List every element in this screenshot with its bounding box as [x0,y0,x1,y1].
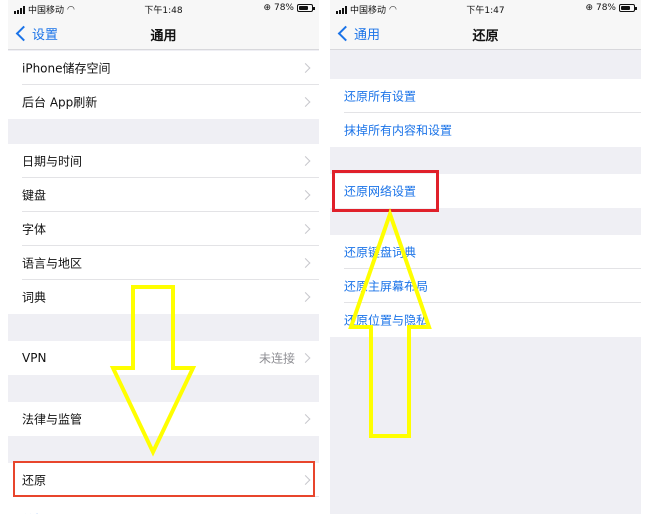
row-shut-down[interactable]: 关机 [8,497,319,514]
row-label: 法律与监管 [22,412,83,427]
status-bar: 中国移动 ◠ 下午1:48 ⊕ 78% [8,0,319,18]
row-vpn[interactable]: VPN 未连接 [8,341,319,375]
rotation-lock-icon: ⊕ [263,3,271,13]
row-reset-keyboard-dictionary[interactable]: 还原键盘词典 [330,235,641,269]
battery-percent: 78% [273,3,294,13]
page-title: 通用 [150,29,177,44]
row-reset-home-screen-layout[interactable]: 还原主屏幕布局 [330,269,641,303]
row-fonts[interactable]: 字体 [8,212,319,246]
row-label: 字体 [22,222,47,237]
general-settings-screen: 中国移动 ◠ 下午1:48 ⊕ 78% 设置 通用 iPhone储存空间 后台 … [8,0,319,514]
row-label: 词典 [22,290,47,305]
row-language-region[interactable]: 语言与地区 [8,246,319,280]
row-label: 还原位置与隐私 [344,313,429,328]
row-keyboard[interactable]: 键盘 [8,178,319,212]
row-erase-all-content[interactable]: 抹掉所有内容和设置 [330,113,641,147]
chevron-right-icon [300,63,311,73]
row-dictionary[interactable]: 词典 [8,280,319,314]
row-label: 还原键盘词典 [344,245,417,260]
row-label: 还原 [22,473,47,488]
battery-percent: 78% [595,3,616,13]
row-reset-all-settings[interactable]: 还原所有设置 [330,79,641,113]
navigation-bar: 设置 通用 [8,18,319,50]
navigation-bar: 通用 还原 [330,18,641,50]
row-label: 日期与时间 [22,154,83,169]
chevron-right-icon [300,156,311,166]
row-label: 语言与地区 [22,256,83,271]
row-label: 还原网络设置 [344,184,417,199]
row-label: 抹掉所有内容和设置 [344,123,453,138]
rotation-lock-icon: ⊕ [585,3,593,13]
row-iphone-storage[interactable]: iPhone储存空间 [8,51,319,85]
row-label: 键盘 [22,188,47,203]
page-title: 还原 [472,29,499,44]
row-label: VPN [22,351,47,365]
vpn-status: 未连接 [258,351,295,366]
chevron-right-icon [300,475,311,485]
row-background-app-refresh[interactable]: 后台 App刷新 [8,85,319,119]
battery-icon [297,4,315,12]
chevron-right-icon [300,190,311,200]
row-label: 后台 App刷新 [22,95,98,110]
chevron-right-icon [300,258,311,268]
row-label: 还原所有设置 [344,89,417,104]
row-reset-network-settings[interactable]: 还原网络设置 [330,174,641,208]
row-label: 还原主屏幕布局 [344,279,429,294]
row-label: iPhone储存空间 [22,61,111,76]
chevron-right-icon [300,224,311,234]
battery-icon [619,4,637,12]
status-bar: 中国移动 ◠ 下午1:47 ⊕ 78% [330,0,641,18]
row-reset-location-privacy[interactable]: 还原位置与隐私 [330,303,641,337]
row-legal-regulatory[interactable]: 法律与监管 [8,402,319,436]
reset-screen: 中国移动 ◠ 下午1:47 ⊕ 78% 通用 还原 还原所有设置 抹掉所有内容和… [330,0,641,514]
row-reset[interactable]: 还原 [8,463,319,497]
chevron-right-icon [300,292,311,302]
row-date-time[interactable]: 日期与时间 [8,144,319,178]
chevron-right-icon [300,97,311,107]
chevron-right-icon [300,414,311,424]
chevron-right-icon [300,353,311,363]
